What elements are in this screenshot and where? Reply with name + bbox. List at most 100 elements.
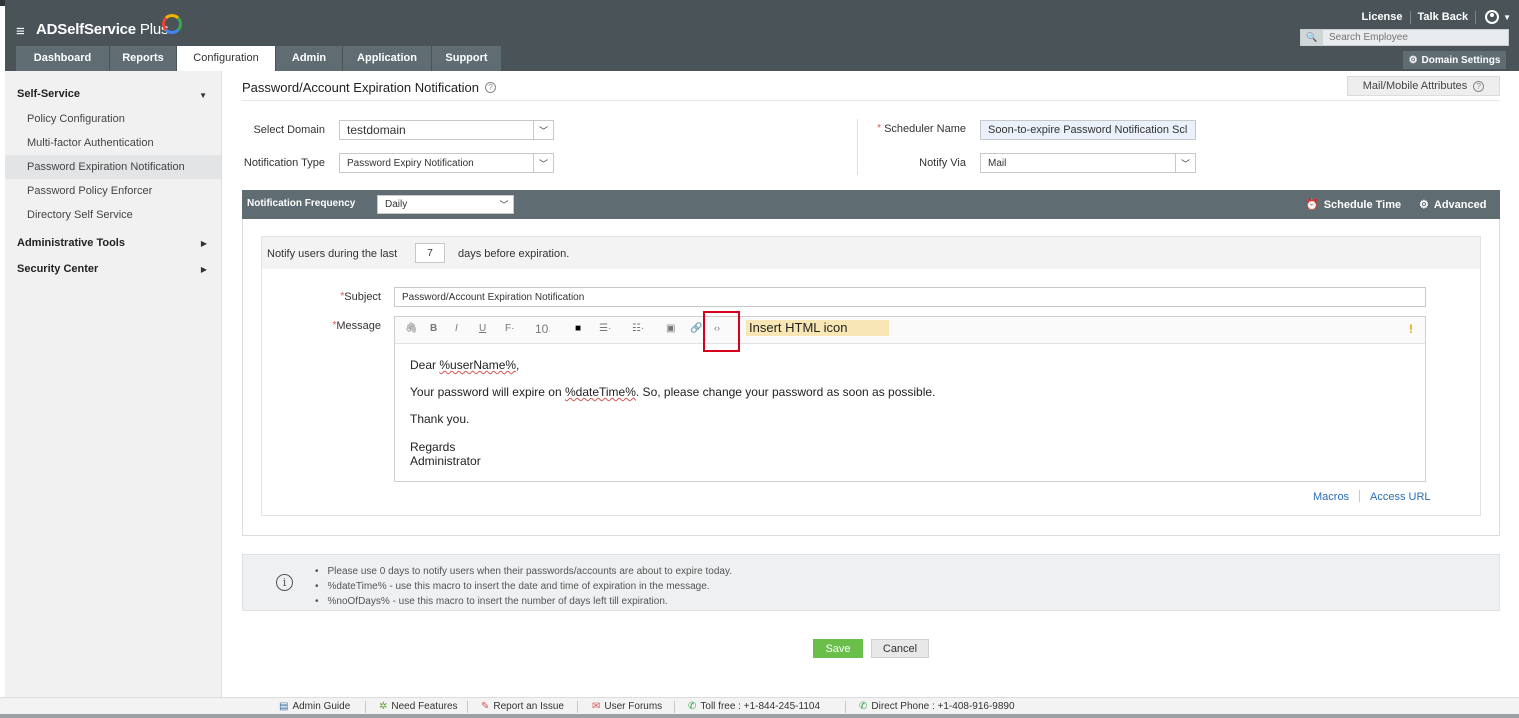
need-features-link[interactable]: ✲ Need Features bbox=[379, 701, 458, 712]
chevron-down-icon[interactable]: ▼ bbox=[1503, 13, 1511, 22]
user-forums-link[interactable]: ✉ User Forums bbox=[592, 701, 662, 712]
scheduler-name-field[interactable]: Soon-to-expire Password Notification Scl bbox=[980, 120, 1196, 140]
macros-link[interactable]: Macros bbox=[1313, 491, 1349, 503]
subject-input[interactable]: Password/Account Expiration Notification bbox=[394, 287, 1426, 307]
sidebar: Self-Service ▼ Policy Configuration Mult… bbox=[5, 71, 222, 697]
admin-guide-label: Admin Guide bbox=[292, 701, 351, 712]
user-avatar-icon[interactable] bbox=[1485, 10, 1500, 24]
cancel-button[interactable]: Cancel bbox=[871, 639, 929, 658]
hamburger-icon[interactable]: ≡ bbox=[16, 24, 25, 39]
notification-type-dropdown[interactable]: Password Expiry Notification ﹀ bbox=[339, 153, 554, 173]
sidebar-item-password-expiration-notification[interactable]: Password Expiration Notification bbox=[5, 155, 221, 179]
sidebar-section-security-center[interactable]: Security Center bbox=[17, 263, 98, 275]
toll-free-label: Toll free : +1-844-245-1104 bbox=[700, 701, 821, 712]
chevron-down-icon[interactable]: ▼ bbox=[199, 91, 207, 100]
chevron-right-icon[interactable]: ▶ bbox=[201, 265, 207, 274]
sidebar-item-policy-configuration[interactable]: Policy Configuration bbox=[5, 107, 221, 131]
info-notes-box: i Please use 0 days to notify users when… bbox=[242, 554, 1500, 611]
sidebar-section-administrative-tools[interactable]: Administrative Tools bbox=[17, 237, 125, 249]
footer-separator bbox=[577, 701, 578, 713]
bold-icon[interactable]: B bbox=[430, 323, 437, 334]
greeting-macro: %userName% bbox=[439, 358, 517, 372]
report-issue-icon: ✎ bbox=[481, 701, 490, 712]
notify-via-value: Mail bbox=[988, 157, 1007, 169]
app-name-main: ADSelfService bbox=[36, 21, 136, 38]
body-macro: %dateTime% bbox=[564, 385, 636, 399]
notify-days-suffix: days before expiration. bbox=[458, 248, 570, 260]
report-issue-link[interactable]: ✎ Report an Issue bbox=[481, 701, 564, 712]
advanced-label: Advanced bbox=[1433, 198, 1487, 211]
direct-phone: ✆ Direct Phone : +1-408-916-9890 bbox=[859, 701, 1015, 712]
help-icon[interactable]: ? bbox=[485, 82, 497, 93]
tab-reports[interactable]: Reports bbox=[110, 46, 177, 71]
tab-support[interactable]: Support bbox=[432, 46, 502, 71]
info-notes-list: Please use 0 days to notify users when t… bbox=[315, 564, 733, 609]
top-link-separator bbox=[1475, 10, 1477, 24]
footer-bottom-strip bbox=[0, 714, 1519, 718]
tab-application[interactable]: Application bbox=[343, 46, 432, 71]
font-family-icon[interactable]: F· bbox=[505, 323, 514, 334]
attachment-icon[interactable]: 🖇 bbox=[405, 323, 418, 334]
search-input[interactable] bbox=[1323, 32, 1503, 43]
app-logo: ADSelfService Plus bbox=[36, 21, 169, 38]
domain-settings-button[interactable]: ⚙ Domain Settings bbox=[1403, 51, 1506, 69]
editor-toolbar: 🖇 B I U F· 10· ■ ☰· ☷· ▣ 🔗 ‹› ! bbox=[395, 317, 1425, 344]
insert-html-highlight bbox=[703, 311, 740, 352]
tab-dashboard[interactable]: Dashboard bbox=[16, 46, 110, 71]
footer-separator bbox=[845, 701, 846, 713]
sidebar-item-mfa[interactable]: Multi-factor Authentication bbox=[5, 131, 221, 155]
access-url-link[interactable]: Access URL bbox=[1370, 491, 1431, 503]
italic-icon[interactable]: I bbox=[455, 323, 458, 334]
text-color-icon[interactable]: ■ bbox=[575, 323, 581, 334]
notify-via-label: Notify Via bbox=[919, 157, 966, 169]
select-domain-dropdown[interactable]: testdomain ﹀ bbox=[339, 120, 554, 140]
chevron-right-icon[interactable]: ▶ bbox=[201, 239, 207, 248]
font-size-selector[interactable]: 10· bbox=[535, 322, 551, 336]
link-icon[interactable]: 🔗 bbox=[690, 323, 702, 334]
sidebar-section-self-service[interactable]: Self-Service bbox=[17, 88, 80, 100]
direct-phone-label: Direct Phone : +1-408-916-9890 bbox=[871, 701, 1015, 712]
top-link-separator bbox=[1409, 10, 1411, 24]
notify-via-dropdown[interactable]: Mail ﹀ bbox=[980, 153, 1196, 173]
chevron-down-icon: ﹀ bbox=[1175, 154, 1195, 172]
mail-mobile-attributes-label: Mail/Mobile Attributes bbox=[1362, 80, 1468, 92]
underline-icon[interactable]: U bbox=[479, 323, 486, 334]
talk-back-link[interactable]: Talk Back bbox=[1418, 11, 1469, 23]
scheduler-name-label: * Scheduler Name bbox=[872, 123, 966, 135]
message-line-greeting: Dear %userName%, bbox=[410, 358, 519, 372]
main-tabs: Dashboard Reports Configuration Admin Ap… bbox=[16, 46, 502, 71]
select-domain-value: testdomain bbox=[347, 123, 406, 137]
logo-swirl-icon bbox=[162, 14, 182, 34]
license-link[interactable]: License bbox=[1362, 11, 1403, 23]
sidebar-item-password-policy-enforcer[interactable]: Password Policy Enforcer bbox=[5, 179, 221, 203]
notify-days-input[interactable]: 7 bbox=[415, 243, 445, 263]
sidebar-item-directory-self-service[interactable]: Directory Self Service bbox=[5, 203, 221, 227]
tab-configuration[interactable]: Configuration bbox=[177, 46, 276, 71]
align-icon[interactable]: ☰· bbox=[599, 323, 611, 334]
save-button[interactable]: Save bbox=[813, 639, 863, 658]
scheduler-name-label-text: Scheduler Name bbox=[884, 123, 966, 135]
need-features-label: Need Features bbox=[391, 701, 458, 712]
tab-admin[interactable]: Admin bbox=[276, 46, 343, 71]
schedule-time-button[interactable]: ⏰ Schedule Time bbox=[1305, 198, 1402, 212]
message-line-thanks: Thank you. bbox=[410, 412, 470, 426]
notification-frequency-bar: Notification Frequency Daily ﹀ ⏰ Schedul… bbox=[242, 190, 1500, 219]
phone-icon: ✆ bbox=[859, 701, 868, 712]
gear-icon: ⚙ bbox=[1408, 54, 1418, 66]
schedule-time-label: Schedule Time bbox=[1323, 198, 1402, 211]
report-issue-label: Report an Issue bbox=[493, 701, 564, 712]
body-suffix: . So, please change your password as soo… bbox=[635, 385, 936, 399]
employee-search[interactable]: 🔍 bbox=[1300, 29, 1509, 46]
message-editor[interactable]: 🖇 B I U F· 10· ■ ☰· ☷· ▣ 🔗 ‹› ! Dear %us… bbox=[394, 316, 1426, 482]
greeting-suffix: , bbox=[516, 358, 520, 372]
notification-frequency-dropdown[interactable]: Daily ﹀ bbox=[377, 195, 514, 214]
advanced-button[interactable]: ⚙ Advanced bbox=[1419, 198, 1487, 212]
insert-image-icon[interactable]: ▣ bbox=[666, 323, 675, 334]
admin-guide-link[interactable]: ▤ Admin Guide bbox=[279, 701, 350, 712]
mail-mobile-attributes-button[interactable]: Mail/Mobile Attributes ? bbox=[1347, 76, 1500, 96]
footer-separator bbox=[674, 701, 675, 713]
forums-icon: ✉ bbox=[592, 701, 601, 712]
link-separator bbox=[1359, 490, 1360, 502]
chevron-down-icon: ﹀ bbox=[533, 154, 553, 172]
bulleted-list-icon[interactable]: ☷· bbox=[632, 323, 644, 334]
